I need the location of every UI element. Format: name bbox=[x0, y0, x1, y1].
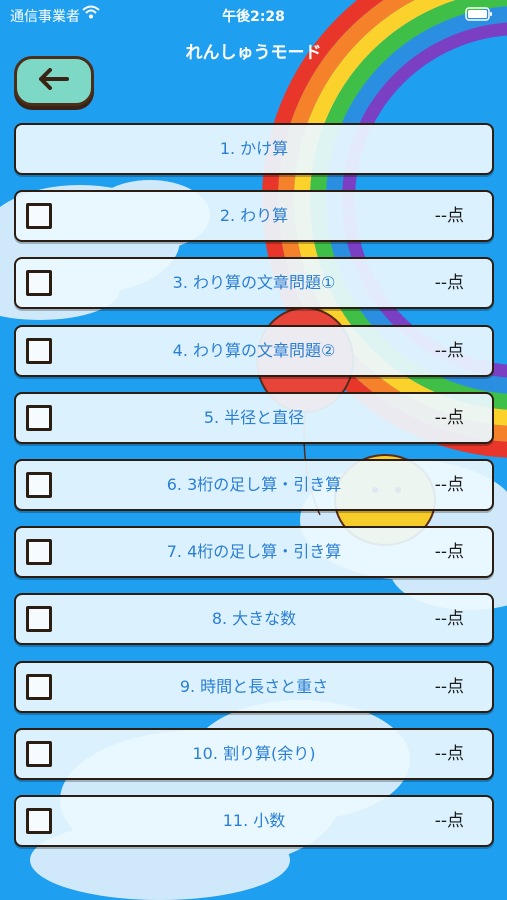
lesson-label: 8. 大きな数 bbox=[211, 609, 297, 629]
lesson-label: 11. 小数 bbox=[222, 810, 286, 830]
status-time: 午後2:28 bbox=[222, 9, 285, 25]
lesson-label: 6. 3桁の足し算・引き算 bbox=[166, 474, 342, 494]
status-bar: 通信事業者 午後2:28 bbox=[0, 0, 507, 30]
lesson-item[interactable]: 10. 割り算(余り) --点 bbox=[14, 727, 494, 780]
lesson-score: --点 bbox=[434, 407, 464, 428]
lesson-item[interactable]: 2. わり算 --点 bbox=[14, 190, 494, 243]
lesson-item[interactable]: 11. 小数 --点 bbox=[14, 794, 494, 847]
lesson-list: 1. かけ算 2. わり算 --点 3. わり算の文章問題① --点 4. わり… bbox=[14, 123, 494, 862]
lesson-label: 4. わり算の文章問題② bbox=[172, 340, 336, 360]
lesson-score: --点 bbox=[434, 743, 464, 764]
lesson-score: --点 bbox=[434, 340, 464, 361]
lesson-label: 1. かけ算 bbox=[219, 139, 289, 158]
lesson-score: --点 bbox=[434, 273, 464, 294]
lesson-label: 2. わり算 bbox=[219, 206, 289, 226]
lesson-label: 10. 割り算(余り) bbox=[192, 743, 316, 763]
lesson-item[interactable]: 9. 時間と長さと重さ --点 bbox=[14, 660, 494, 713]
lesson-item[interactable]: 7. 4桁の足し算・引き算 --点 bbox=[14, 526, 494, 579]
back-button[interactable] bbox=[14, 56, 94, 106]
lesson-score: --点 bbox=[434, 542, 464, 563]
lesson-item[interactable]: 6. 3桁の足し算・引き算 --点 bbox=[14, 458, 494, 511]
lesson-score: --点 bbox=[434, 474, 464, 495]
lesson-item[interactable]: 8. 大きな数 --点 bbox=[14, 593, 494, 646]
lesson-item[interactable]: 4. わり算の文章問題② --点 bbox=[14, 324, 494, 377]
lesson-item[interactable]: 1. かけ算 bbox=[14, 123, 494, 175]
lesson-score: --点 bbox=[434, 206, 464, 227]
lesson-score: --点 bbox=[434, 609, 464, 630]
lesson-label: 7. 4桁の足し算・引き算 bbox=[166, 542, 342, 562]
lesson-item[interactable]: 5. 半径と直径 --点 bbox=[14, 391, 494, 444]
lesson-score: --点 bbox=[434, 810, 464, 831]
lesson-item[interactable]: 3. わり算の文章問題① --点 bbox=[14, 257, 494, 310]
lesson-label: 9. 時間と長さと重さ bbox=[179, 676, 329, 696]
lesson-score: --点 bbox=[434, 676, 464, 697]
lesson-label: 5. 半径と直径 bbox=[203, 407, 305, 427]
arrow-left-icon bbox=[38, 68, 70, 94]
battery-icon bbox=[465, 7, 493, 25]
lesson-label: 3. わり算の文章問題① bbox=[172, 273, 336, 293]
